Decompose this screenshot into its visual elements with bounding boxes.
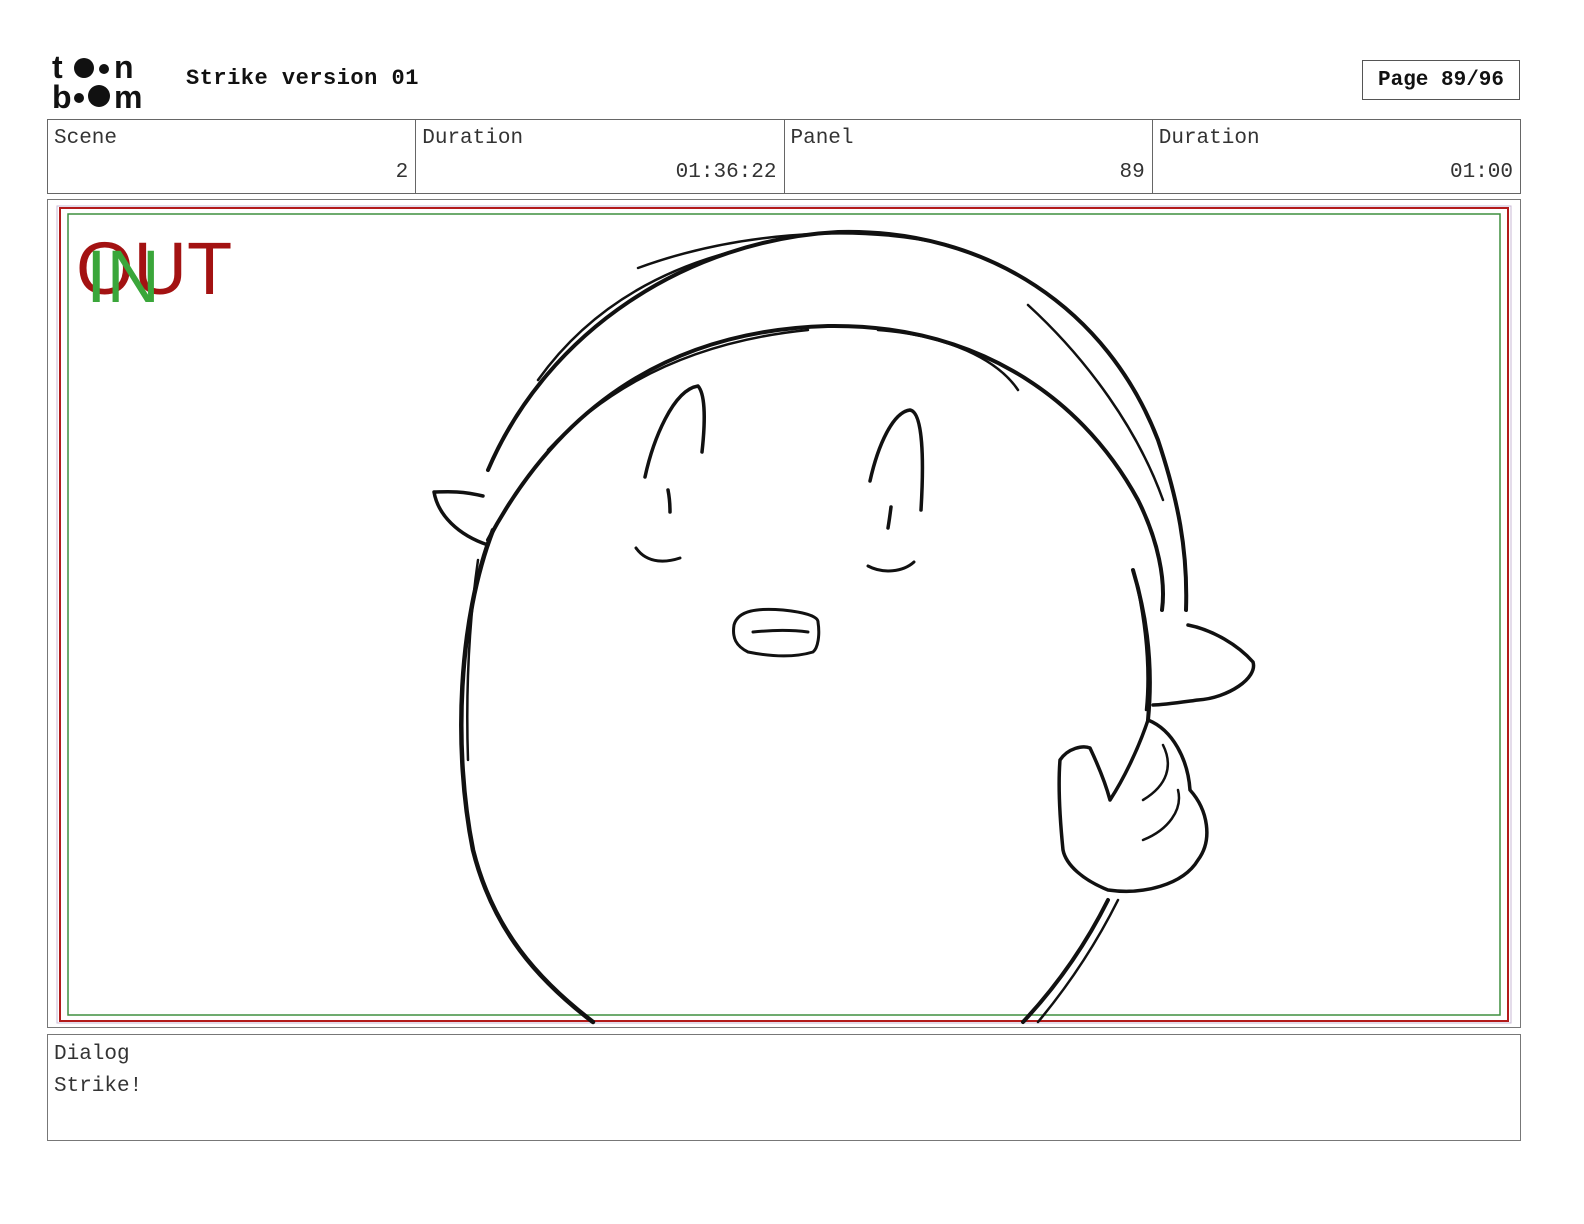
- panel-sketch: [56, 205, 1512, 1025]
- page-number: Page 89/96: [1362, 60, 1520, 100]
- panel-info-table: Scene 2 Duration 01:36:22 Panel 89 Durat…: [47, 119, 1521, 194]
- dialog-label: Dialog: [54, 1043, 130, 1066]
- scene-value: 2: [395, 161, 409, 184]
- panel-value: 89: [1119, 161, 1145, 184]
- panel-image-frame: OUT IN: [47, 199, 1521, 1028]
- panel-duration-cell: Duration 01:00: [1153, 120, 1520, 193]
- panel-label: Panel: [790, 127, 854, 150]
- scene-cell: Scene 2: [48, 120, 417, 193]
- svg-text:m: m: [114, 79, 142, 112]
- svg-text:b: b: [52, 79, 72, 112]
- character-sketch: [432, 229, 1256, 1025]
- scene-duration-value: 01:36:22: [675, 161, 777, 184]
- in-marker: IN: [86, 235, 160, 318]
- panel-cell: Panel 89: [785, 120, 1153, 193]
- dialog-text: Strike!: [54, 1075, 143, 1098]
- panel-duration-label: Duration: [1158, 127, 1260, 150]
- toon-boom-logo: t n b m: [52, 49, 164, 115]
- project-title: Strike version 01: [186, 66, 419, 91]
- panel-duration-value: 01:00: [1449, 161, 1513, 184]
- scene-duration-cell: Duration 01:36:22: [416, 120, 785, 193]
- scene-label: Scene: [54, 127, 118, 150]
- dialog-box: Dialog Strike!: [47, 1034, 1521, 1141]
- scene-duration-label: Duration: [422, 127, 524, 150]
